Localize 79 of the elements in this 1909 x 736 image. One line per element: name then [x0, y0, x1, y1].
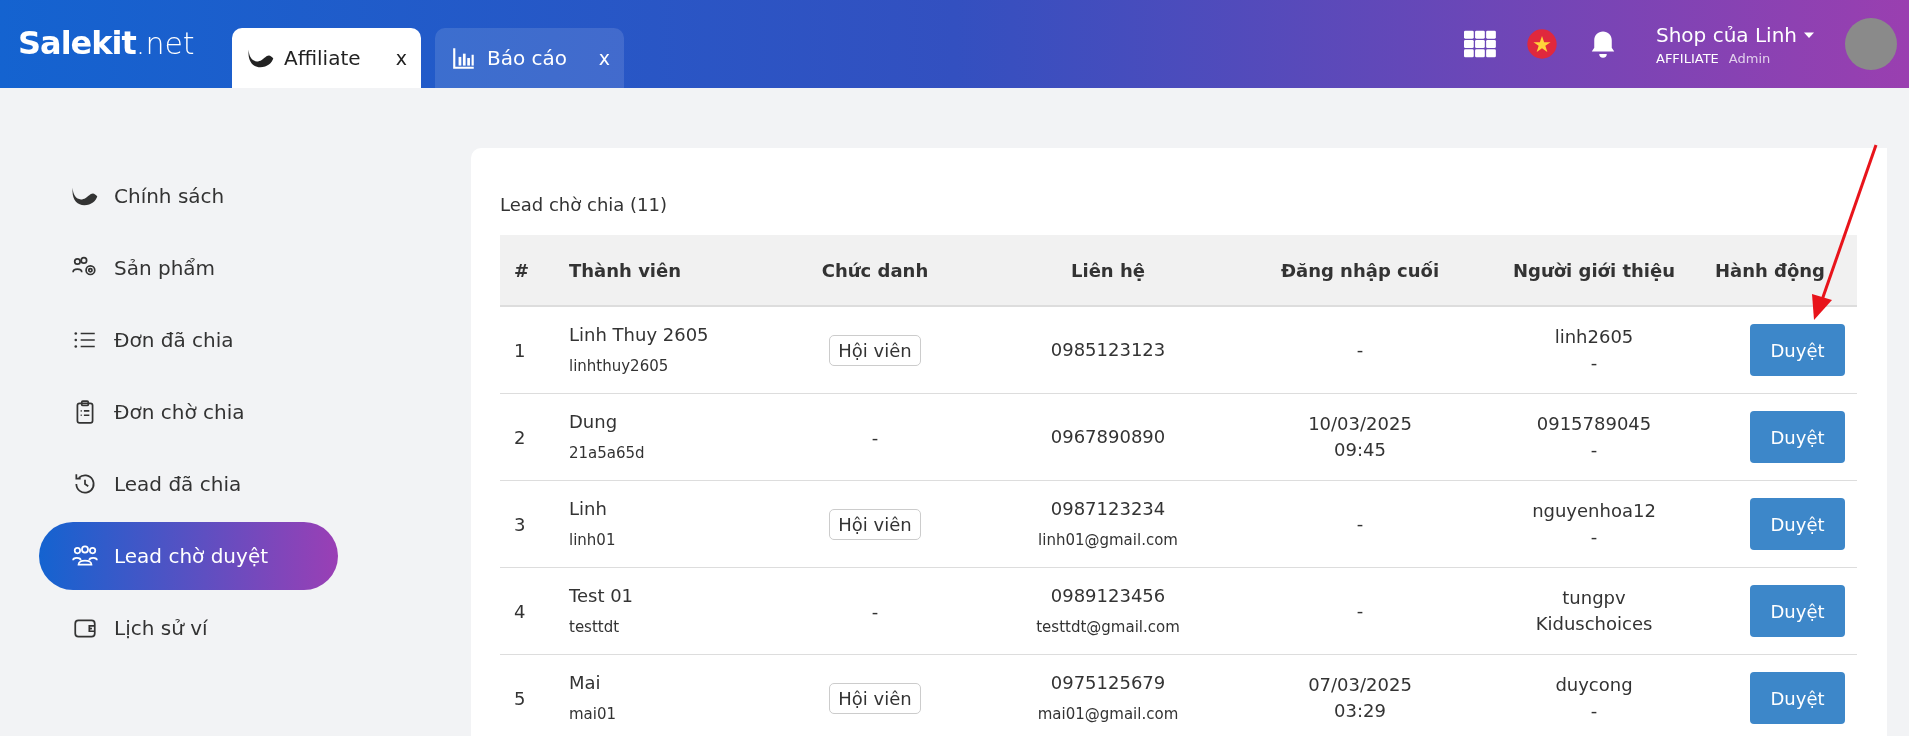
referrer-text: 0915789045 [1535, 412, 1653, 436]
member-username: linh01 [569, 529, 617, 551]
email-address: mai01@gmail.com [1036, 703, 1180, 725]
phone-number: 0975125679 [1049, 670, 1167, 695]
member-username: 21a5a65d [569, 442, 646, 464]
tab[interactable]: Báo cáo x [435, 28, 624, 88]
column-header: Hành động [1714, 259, 1825, 281]
row-number: 4 [514, 600, 526, 622]
member-username: mai01 [569, 703, 618, 725]
referrer-text: duycong [1554, 673, 1634, 697]
flag-icon[interactable] [1526, 28, 1558, 60]
tab[interactable]: Affiliate x [232, 28, 421, 88]
column-header: Thành viên [569, 259, 682, 281]
email-address: testtdt@gmail.com [1035, 616, 1181, 638]
referrer-text: linh2605 [1553, 325, 1635, 349]
phone-number: 0989123456 [1049, 583, 1167, 608]
referrer-text: - [1589, 699, 1599, 723]
approve-button[interactable]: Duyệt [1750, 585, 1845, 637]
sidebar-item[interactable]: Lead đã chia [39, 450, 338, 518]
member-name: Linh [569, 496, 608, 521]
phone-number: 0987123234 [1049, 496, 1167, 521]
sidebar-item[interactable]: Sản phẩm [39, 234, 338, 302]
position-tag: Hội viên [829, 508, 921, 540]
approve-button[interactable]: Duyệt [1750, 411, 1845, 463]
approve-button[interactable]: Duyệt [1750, 324, 1845, 376]
position-tag: Hội viên [829, 334, 921, 366]
approve-button[interactable]: Duyệt [1750, 498, 1845, 550]
email-address: linh01@gmail.com [1037, 529, 1179, 551]
row-number: 3 [514, 513, 526, 535]
panel-title: Lead chờ chia (11) [500, 194, 668, 215]
sidebar-item[interactable]: Chính sách [39, 162, 338, 230]
referrer-text: tungpv [1561, 586, 1627, 610]
member-name: Test 01 [569, 583, 635, 608]
last-login-text: 09:45 [1333, 438, 1387, 462]
referrer-text: - [1589, 351, 1599, 375]
sidebar-item[interactable]: Lịch sử ví [39, 594, 338, 662]
sidebar-item[interactable]: Lead chờ duyệt [39, 522, 338, 590]
last-login-text: - [1355, 338, 1365, 362]
last-login-text: - [1355, 599, 1365, 623]
sidebar-item[interactable]: Đơn chờ chia [39, 378, 338, 446]
member-name: Linh Thuy 2605 [569, 322, 710, 347]
position-tag: Hội viên [829, 682, 921, 714]
close-tab-button[interactable]: x [598, 47, 610, 69]
referrer-text: Kiduschoices [1534, 612, 1654, 636]
row-number: 2 [514, 426, 526, 448]
logo-suffix: .net [135, 26, 195, 61]
last-login-text: 10/03/2025 [1307, 412, 1413, 436]
member-name: Mai [569, 670, 602, 695]
bar-chart-icon [451, 45, 477, 71]
users-icon [72, 543, 98, 569]
referrer-text: - [1589, 525, 1599, 549]
column-header: Người giới thiệu [1512, 259, 1675, 281]
position-text: - [871, 600, 879, 622]
history-icon [72, 471, 98, 497]
approve-button[interactable]: Duyệt [1750, 672, 1845, 724]
user-role: AFFILIATE [1656, 50, 1719, 66]
member-username: linhthuy2605 [569, 355, 670, 377]
member-username: testtdt [569, 616, 621, 638]
apps-grid-icon[interactable] [1464, 28, 1496, 60]
referrer-text: nguyenhoa12 [1531, 499, 1657, 523]
column-header: Liên hệ [1071, 259, 1145, 281]
last-login-text: 03:29 [1333, 699, 1387, 723]
last-login-text: - [1355, 512, 1365, 536]
shop-name[interactable]: Shop của Linh [1656, 22, 1797, 47]
referrer-text: - [1589, 438, 1599, 462]
row-number: 5 [514, 687, 526, 709]
column-header: # [514, 259, 530, 281]
position-text: - [871, 426, 879, 448]
column-header: Đăng nhập cuối [1280, 259, 1440, 281]
phone-number: 0967890890 [1049, 425, 1167, 449]
logo-brand: Salekit [18, 24, 136, 62]
close-tab-button[interactable]: x [395, 47, 407, 69]
phone-number: 0985123123 [1049, 338, 1167, 362]
user-level: Admin [1728, 50, 1771, 66]
member-name: Dung [569, 409, 619, 434]
last-login-text: 07/03/2025 [1307, 673, 1413, 697]
sidebar-item[interactable]: Đơn đã chia [39, 306, 338, 374]
row-number: 1 [514, 339, 526, 361]
column-header: Chức danh [821, 259, 929, 281]
